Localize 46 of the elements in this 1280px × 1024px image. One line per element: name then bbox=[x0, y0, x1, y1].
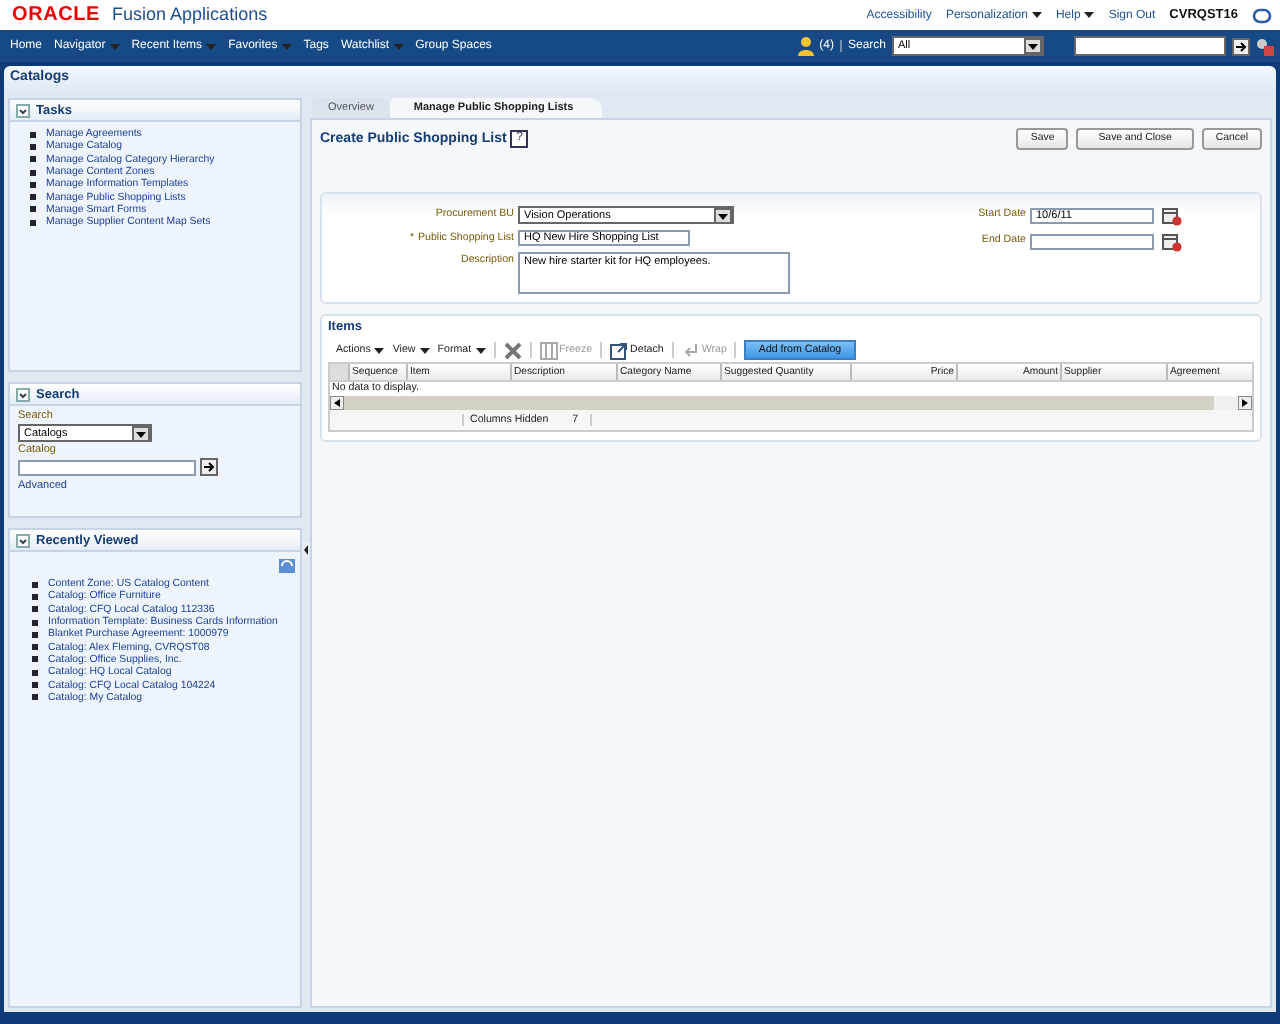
brand-logo: ORACLE bbox=[12, 4, 101, 26]
date-field[interactable] bbox=[1030, 234, 1154, 250]
tools-icon bbox=[1256, 37, 1274, 55]
bullet-icon bbox=[30, 181, 36, 188]
catalog-field[interactable] bbox=[18, 459, 196, 475]
go-arrow-icon bbox=[1232, 37, 1250, 55]
bullet-icon bbox=[32, 694, 38, 701]
bullet-icon bbox=[30, 143, 36, 150]
collapse-icon bbox=[16, 103, 30, 117]
detach-icon bbox=[610, 341, 629, 359]
bullet-icon bbox=[30, 206, 36, 213]
bullet-icon bbox=[32, 619, 38, 626]
bullet-icon bbox=[30, 131, 36, 138]
notification-icon bbox=[797, 36, 814, 56]
bullet-icon bbox=[32, 593, 38, 600]
app-name: Fusion Applications bbox=[112, 4, 268, 24]
bullet-icon bbox=[32, 644, 38, 651]
calendar-icon bbox=[1162, 232, 1182, 252]
status-icon bbox=[1252, 7, 1272, 23]
bullet-icon bbox=[32, 606, 38, 613]
bullet-icon bbox=[32, 631, 38, 638]
bullet-icon bbox=[30, 219, 36, 226]
calendar-icon bbox=[1162, 206, 1182, 226]
bullet-icon bbox=[32, 682, 38, 689]
bullet-icon bbox=[30, 169, 36, 176]
caret-icon bbox=[475, 347, 486, 353]
horizontal-scrollbar[interactable] bbox=[330, 396, 1252, 410]
search-field[interactable] bbox=[1074, 36, 1226, 56]
bullet-icon bbox=[30, 156, 36, 163]
caret-icon bbox=[374, 347, 385, 353]
freeze-icon bbox=[539, 341, 558, 359]
caret-icon bbox=[419, 347, 430, 353]
bullet-icon bbox=[32, 656, 38, 663]
refresh-icon bbox=[278, 558, 296, 574]
bullet-icon bbox=[32, 581, 38, 588]
go-arrow-icon bbox=[200, 458, 218, 476]
dropdown-arrow-icon bbox=[132, 425, 150, 441]
dropdown-arrow-icon bbox=[714, 207, 732, 223]
row-selector-header bbox=[330, 364, 350, 380]
bullet-icon bbox=[30, 194, 36, 201]
collapse-icon bbox=[16, 533, 30, 547]
dropdown-arrow-icon bbox=[1024, 38, 1042, 54]
wrap-icon bbox=[681, 341, 700, 359]
collapse-icon bbox=[16, 387, 30, 401]
bullet-icon bbox=[32, 669, 38, 676]
delete-icon[interactable] bbox=[503, 341, 522, 359]
